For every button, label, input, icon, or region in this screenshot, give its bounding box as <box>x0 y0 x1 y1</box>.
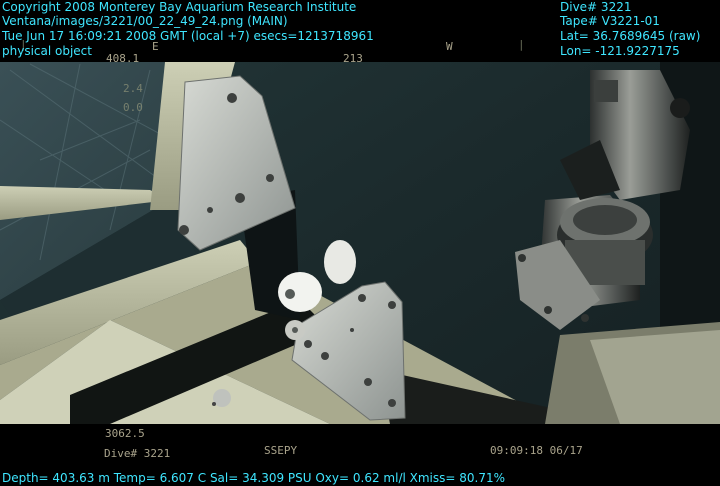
datetime-text: Tue Jun 17 16:09:21 2008 GMT (local +7) … <box>2 29 374 43</box>
compass-tick-right: | <box>518 38 525 51</box>
hud-altitude: 3062.5 <box>105 427 145 440</box>
hud-value-b: 0.0 <box>123 101 143 114</box>
underwater-scene <box>0 0 720 486</box>
longitude-text: Lon= -121.9227175 <box>560 44 680 58</box>
sensor-readout-text: Depth= 403.63 m Temp= 6.607 C Sal= 34.30… <box>2 471 506 485</box>
tape-number-text: Tape# V3221-01 <box>560 14 660 28</box>
latitude-text: Lat= 36.7689645 (raw) <box>560 29 701 43</box>
hud-value-a: 2.4 <box>123 82 143 95</box>
hud-depth-top: 408.1 <box>106 52 140 65</box>
hud-code: SSEPY <box>264 444 298 457</box>
annotation-label: physical object <box>2 44 92 58</box>
hud-heading: 213 <box>343 52 363 65</box>
hud-dive: Dive# 3221 <box>104 447 171 460</box>
video-frame: E W | | 408.1 213 2.4 0.0 3062.5 Dive# 3… <box>0 0 720 486</box>
compass-west-marker: W <box>446 40 453 53</box>
dive-number-text: Dive# 3221 <box>560 0 632 14</box>
hud-timestamp: 09:09:18 06/17 <box>490 444 583 457</box>
copyright-text: Copyright 2008 Monterey Bay Aquarium Res… <box>2 0 357 14</box>
image-path-text: Ventana/images/3221/00_22_49_24.png (MAI… <box>2 14 288 28</box>
